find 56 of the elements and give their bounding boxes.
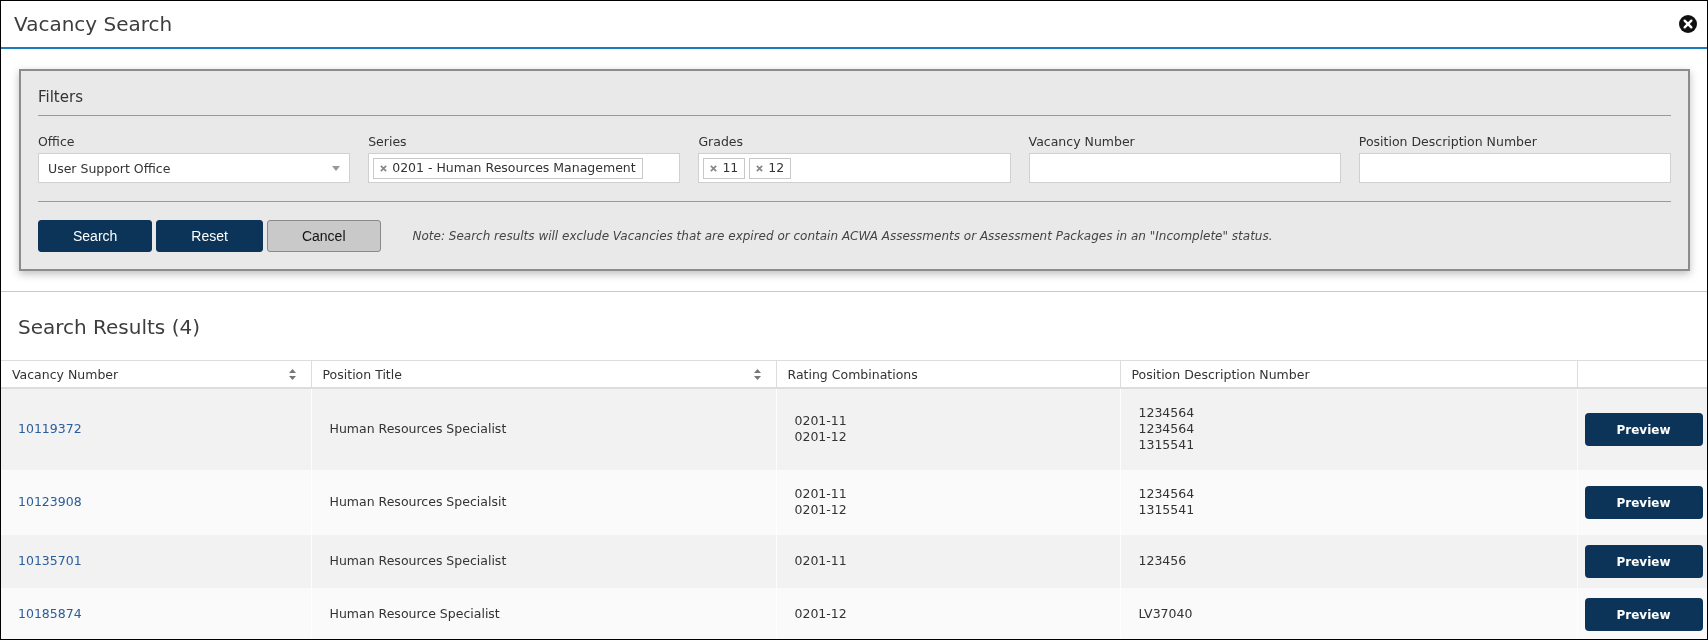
preview-button[interactable]: Preview [1584, 545, 1703, 578]
vacancy-link[interactable]: 10135701 [18, 553, 82, 568]
rating-combination: 0201-11 [794, 553, 847, 569]
input-field[interactable] [1028, 153, 1341, 183]
tag-text: 12 [768, 160, 785, 176]
field-label: Office [38, 134, 75, 150]
column-header[interactable]: Vacancy Number [1, 360, 311, 388]
remove-icon[interactable] [756, 164, 764, 172]
rating-combination: 0201-12 [794, 502, 847, 518]
input-field[interactable] [1358, 153, 1671, 183]
sort-icon[interactable] [753, 368, 761, 380]
position-title: Human Resources Specialist [329, 421, 507, 436]
position-title: Human Resource Specialist [329, 606, 500, 621]
vacancy-link[interactable]: 10185874 [18, 606, 82, 621]
field-label: Vacancy Number [1028, 134, 1135, 150]
rating-combination: 0201-12 [794, 606, 847, 622]
rating-combination: 0201-11 [794, 486, 847, 502]
preview-button[interactable]: Preview [1584, 486, 1703, 519]
remove-icon[interactable] [710, 164, 718, 172]
position-description-number: 1234564 [1138, 405, 1195, 421]
tag-text: 11 [722, 160, 739, 176]
preview-button[interactable]: Preview [1584, 598, 1703, 631]
position-title: Human Resources Specialsit [329, 494, 507, 509]
field-label: Series [368, 134, 407, 150]
column-header[interactable]: Position Title [311, 360, 776, 388]
preview-button[interactable]: Preview [1584, 413, 1703, 446]
position-description-number: 1315541 [1138, 502, 1195, 518]
rating-combination: 0201-12 [794, 429, 847, 445]
search-note: Note: Search results will exclude Vacancies that are expired or contain ACWA Assessments or Assessment Packages in an "Incomplete" status. [412, 229, 1273, 243]
sort-icon[interactable] [288, 368, 296, 380]
vacancy-link[interactable]: 10119372 [18, 421, 82, 436]
close-icon[interactable] [1679, 15, 1697, 33]
filter-button[interactable]: Reset [156, 220, 263, 252]
position-description-number: 123456 [1138, 553, 1187, 569]
filter-button[interactable]: Search [38, 220, 153, 252]
filter-button[interactable]: Cancel [266, 220, 381, 252]
panel-title: Filters [38, 87, 84, 107]
field-label: Position Description Number [1358, 134, 1537, 150]
vacancy-link[interactable]: 10123908 [18, 494, 82, 509]
position-title: Human Resources Specialist [329, 553, 507, 568]
tag-text: 0201 - Human Resources Management [392, 160, 636, 176]
position-description-number: 1315541 [1138, 437, 1195, 453]
position-description-number: 1234564 [1138, 486, 1195, 502]
position-description-number: LV37040 [1138, 606, 1193, 622]
select-field[interactable]: User Support Office [38, 153, 351, 183]
tag-field[interactable]: 11 12 [698, 153, 1011, 183]
rating-combination: 0201-11 [794, 413, 847, 429]
field-label: Grades [698, 134, 743, 150]
tag-field[interactable]: 0201 - Human Resources Management [368, 153, 681, 183]
results-title: Search Results (4) [17, 314, 200, 339]
column-header: Position Description Number [1120, 360, 1577, 388]
caret-icon [332, 165, 341, 171]
remove-icon[interactable] [380, 164, 388, 172]
dialog-title: Vacancy Search [14, 12, 173, 36]
column-header: Rating Combinations [776, 360, 1120, 388]
position-description-number: 1234564 [1138, 421, 1195, 437]
